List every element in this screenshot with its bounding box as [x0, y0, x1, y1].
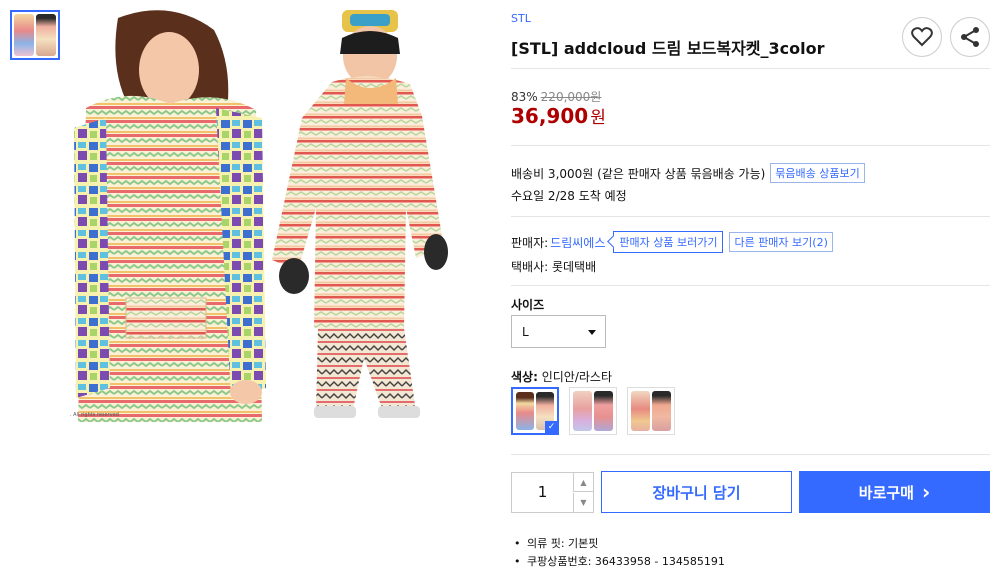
wishlist-button[interactable] — [902, 17, 942, 57]
check-icon: ✓ — [545, 421, 558, 434]
color-swatch-3[interactable] — [627, 387, 675, 435]
bundle-shipping-button[interactable]: 묶음배송 상품보기 — [770, 163, 865, 183]
other-sellers-button[interactable]: 다른 판매자 보기(2) — [729, 232, 833, 252]
brand-link[interactable]: STL — [511, 12, 531, 25]
quantity-stepper: 1 ▲ ▼ — [511, 472, 594, 513]
color-label-title: 색상: — [511, 370, 538, 384]
quantity-increase-button[interactable]: ▲ — [573, 473, 593, 492]
swatch-image — [631, 391, 650, 431]
product-thumbnail[interactable] — [10, 10, 60, 60]
swatch-image — [652, 391, 671, 431]
seller-info: 판매자: 드림씨에스 판매자 상품 보러가기 다른 판매자 보기(2) — [511, 231, 833, 253]
chevron-up-icon: ▲ — [580, 478, 587, 487]
product-title: [STL] addcloud 드림 보드복자켓_3color — [511, 39, 825, 58]
thumbnail-strip — [10, 10, 60, 60]
size-select[interactable]: L — [511, 315, 606, 348]
heart-icon — [911, 27, 933, 47]
currency-unit: 원 — [590, 108, 606, 128]
courier-info: 택배사: 롯데택배 — [511, 260, 597, 274]
divider — [511, 145, 990, 146]
quantity-decrease-button[interactable]: ▼ — [573, 493, 593, 512]
swatch-image — [516, 392, 534, 430]
divider — [511, 454, 990, 455]
chevron-right-icon: › — [921, 480, 931, 504]
quantity-input[interactable]: 1 — [512, 473, 573, 512]
color-swatch-1[interactable]: ✓ — [511, 387, 559, 435]
size-label: 사이즈 — [511, 298, 545, 312]
seller-name-link[interactable]: 드림씨에스 — [550, 234, 605, 251]
sale-price: 36,900 원 — [511, 103, 606, 128]
divider — [511, 68, 990, 69]
buy-now-button[interactable]: 바로구매 › — [799, 471, 990, 513]
thumbnail-figure-right — [36, 14, 56, 56]
image-copyright-text: . All rights reserved — [70, 412, 119, 418]
size-selected-value: L — [522, 324, 529, 339]
discount-rate: 83% — [511, 90, 538, 104]
product-details-list: 의류 핏: 기본핏 쿠팡상품번호: 36433958 - 134585191 — [511, 535, 725, 571]
swatch-image — [594, 391, 613, 431]
shipping-fee-text: 배송비 3,000원 (같은 판매자 상품 묶음배송 가능) — [511, 166, 766, 181]
shipping-info: 배송비 3,000원 (같은 판매자 상품 묶음배송 가능) 묶음배송 상품보기 — [511, 163, 865, 183]
color-selected-value: 인디안/라스타 — [541, 370, 613, 384]
color-swatches: ✓ — [511, 387, 675, 435]
sale-price-value: 36,900 — [511, 104, 589, 128]
arrival-estimate: 수요일 2/28 도착 예정 — [511, 189, 627, 203]
thumbnail-figure-left — [14, 14, 34, 56]
product-main-image[interactable]: . All rights reserved — [66, 8, 480, 422]
original-price: 220,000원 — [540, 90, 602, 104]
color-label: 색상: 인디안/라스타 — [511, 368, 612, 385]
seller-label: 판매자: — [511, 235, 549, 250]
chevron-down-icon — [588, 330, 596, 335]
color-swatch-2[interactable] — [569, 387, 617, 435]
list-item: 의류 핏: 기본핏 — [511, 535, 725, 553]
add-to-cart-button[interactable]: 장바구니 담기 — [601, 471, 792, 513]
chevron-down-icon: ▼ — [580, 498, 587, 507]
swatch-image — [573, 391, 592, 431]
divider — [511, 216, 990, 217]
buy-now-label: 바로구매 — [858, 483, 914, 502]
product-photo-illustration — [74, 10, 448, 422]
list-item: 쿠팡상품번호: 36433958 - 134585191 — [511, 553, 725, 571]
seller-products-button[interactable]: 판매자 상품 보러가기 — [613, 231, 724, 253]
share-button[interactable] — [950, 17, 990, 57]
share-icon — [961, 27, 979, 47]
divider — [511, 285, 990, 286]
